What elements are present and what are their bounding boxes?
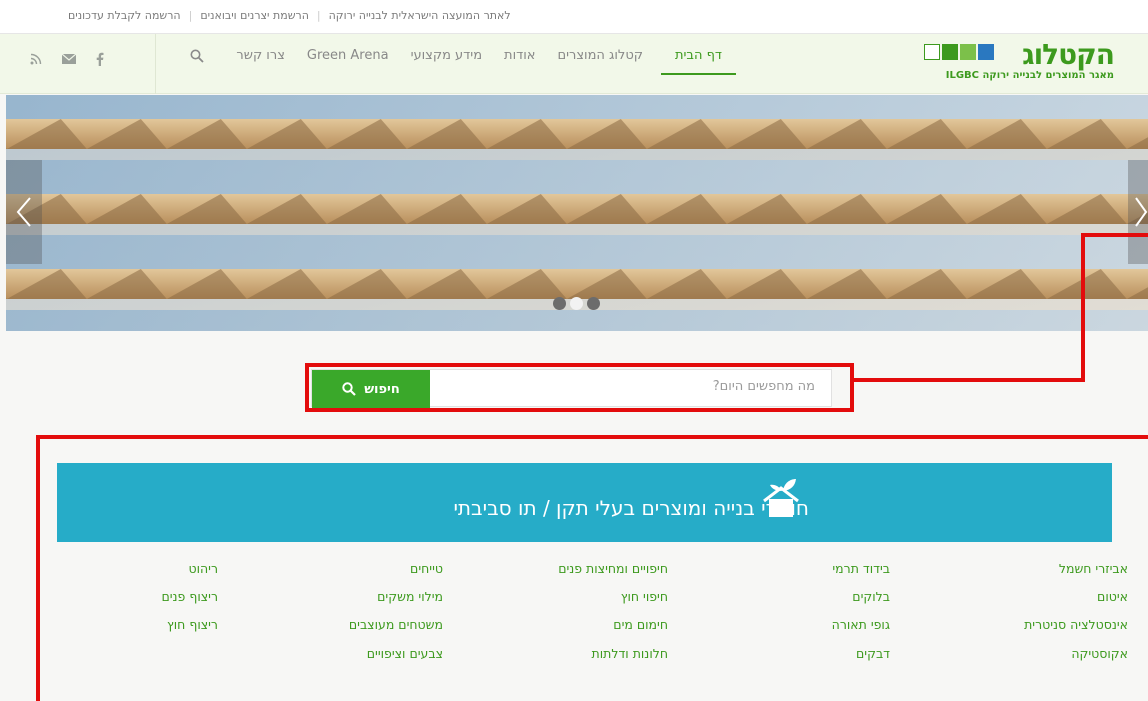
site-logo[interactable]: הקטלוג מאגר המוצרים לבנייה ירוקה ILGBC — [924, 38, 1115, 86]
top-utility-bar: לאתר המועצה הישראלית לבנייה ירוקה | הרשמ… — [0, 0, 1148, 34]
category-link[interactable]: משטחים מעוצבים — [349, 617, 443, 632]
category-link[interactable]: בידוד תרמי — [832, 561, 890, 576]
green-house-icon — [763, 479, 799, 517]
category-link[interactable]: אקוסטיקה — [1071, 646, 1128, 661]
slider-dots — [553, 297, 600, 310]
slider-dot-3[interactable] — [587, 297, 600, 310]
category-link[interactable]: אביזרי חשמל — [1059, 561, 1128, 576]
hero-image — [6, 95, 1148, 331]
slider-next-button[interactable] — [1128, 160, 1148, 264]
category-link[interactable]: ריצוף פנים — [161, 589, 218, 604]
category-panel-title: חומרי בנייה ומוצרים בעלי תקן / תו סביבתי — [453, 496, 809, 520]
facebook-icon[interactable] — [96, 52, 104, 66]
link-ilgbc-site[interactable]: לאתר המועצה הישראלית לבנייה ירוקה — [321, 9, 519, 22]
category-link[interactable]: איטום — [1097, 589, 1128, 604]
nav-home[interactable]: דף הבית — [660, 48, 736, 75]
logo-tiles-icon — [924, 44, 994, 60]
category-link[interactable]: בלוקים — [852, 589, 890, 604]
hero-roof-pattern — [6, 95, 1148, 331]
link-newsletter-signup[interactable]: הרשמה לקבלת עדכונים — [60, 9, 189, 22]
nav-contact[interactable]: צרו קשר — [236, 48, 285, 75]
slider-dot-2[interactable] — [570, 297, 583, 310]
hero-slider — [6, 95, 1148, 331]
nav-about[interactable]: אודות — [504, 48, 535, 75]
logo-wordmark: הקטלוג — [1022, 38, 1115, 71]
category-link[interactable]: חיפוי חוץ — [621, 589, 668, 604]
main-menu: דף הבית קטלוג המוצרים אודות מידע מקצועי … — [236, 48, 736, 75]
utility-separator: | — [316, 9, 321, 22]
main-navbar: הקטלוג מאגר המוצרים לבנייה ירוקה ILGBC ד… — [0, 34, 1148, 94]
highlight-connector-top — [1081, 233, 1148, 237]
category-link[interactable]: ריצוף חוץ — [167, 617, 218, 632]
highlight-connector-vertical — [1081, 233, 1085, 382]
category-link[interactable]: מילוי משקים — [377, 589, 443, 604]
nav-divider — [155, 34, 156, 94]
search-icon[interactable] — [190, 49, 204, 63]
category-link[interactable]: חיפויים ומחיצות פנים — [558, 561, 668, 576]
category-link[interactable]: ריהוט — [188, 561, 218, 576]
category-link[interactable]: צבעים וציפויים — [367, 646, 443, 661]
logo-subtitle: מאגר המוצרים לבנייה ירוקה ILGBC — [945, 70, 1114, 81]
category-link[interactable]: חלונות ודלתות — [592, 646, 668, 661]
slider-prev-button[interactable] — [6, 160, 42, 264]
link-manufacturer-registration[interactable]: הרשמת יצרנים ויבואנים — [192, 9, 317, 22]
category-link[interactable]: אינסטלציה סניטרית — [1024, 617, 1128, 632]
highlight-connector-horizontal — [852, 378, 1085, 382]
nav-professional-info[interactable]: מידע מקצועי — [411, 48, 482, 75]
social-links — [30, 52, 104, 66]
nav-green-arena[interactable]: Green Arena — [307, 48, 389, 75]
rss-icon[interactable] — [30, 53, 42, 65]
chevron-left-icon — [16, 197, 31, 227]
category-link[interactable]: דבקים — [856, 646, 890, 661]
highlight-search-box — [305, 363, 854, 412]
chevron-right-icon — [1135, 197, 1148, 227]
category-panel-header: חומרי בנייה ומוצרים בעלי תקן / תו סביבתי — [57, 463, 1112, 542]
nav-product-catalog[interactable]: קטלוג המוצרים — [557, 48, 643, 75]
utility-separator: | — [188, 9, 193, 22]
category-link[interactable]: חימום מים — [613, 617, 668, 632]
category-link[interactable]: גופי תאורה — [832, 617, 890, 632]
slider-dot-1[interactable] — [553, 297, 566, 310]
category-link[interactable]: טייחים — [410, 561, 443, 576]
utility-links: לאתר המועצה הישראלית לבנייה ירוקה | הרשמ… — [60, 9, 519, 22]
email-icon[interactable] — [62, 54, 76, 64]
